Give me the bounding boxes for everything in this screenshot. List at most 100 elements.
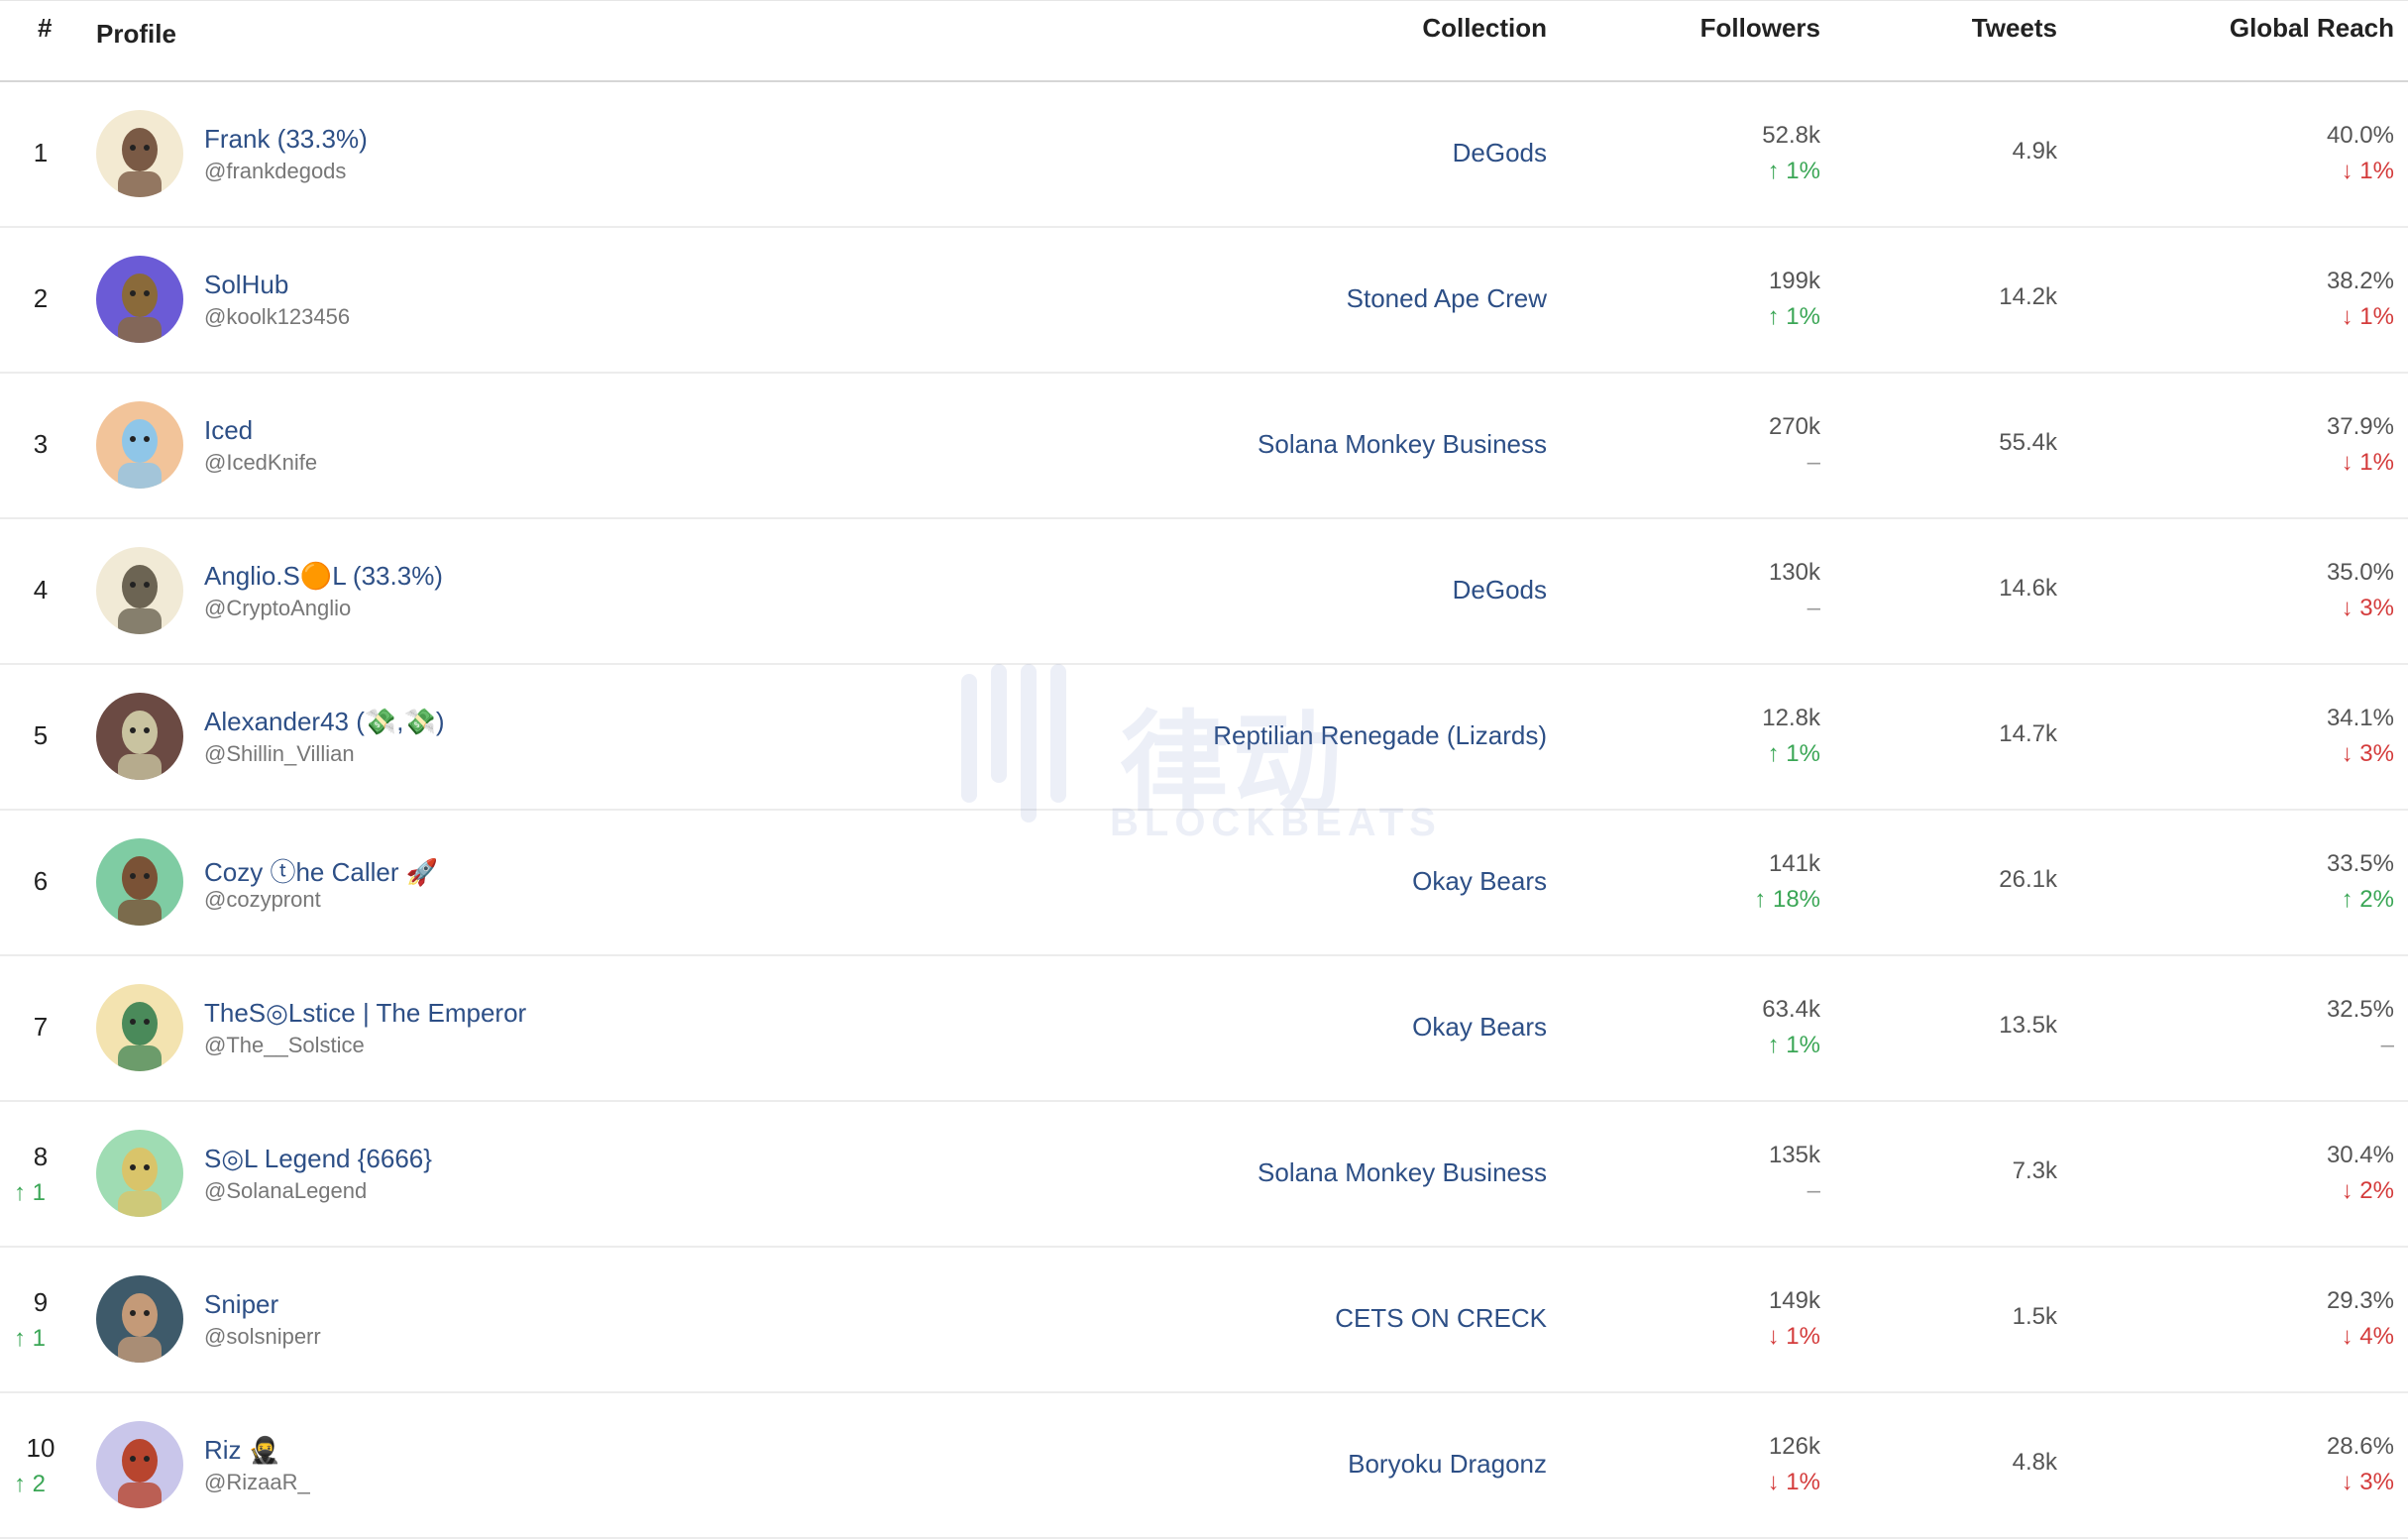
followers-cell: 141k ↑ 18%: [1754, 850, 1820, 914]
table-row[interactable]: 8 ↑ 1 S◎L Legend {6666} @SolanaLegend So…: [0, 1102, 2408, 1248]
avatar[interactable]: [96, 1275, 183, 1363]
profile-name[interactable]: Cozy ⓣhe Caller 🚀: [204, 852, 438, 889]
table-row[interactable]: 9 ↑ 1 Sniper @solsniperr CETS ON CRECK 1…: [0, 1248, 2408, 1393]
collection-link[interactable]: Reptilian Renegade (Lizards): [1213, 720, 1547, 751]
tweets-count: 13.5k: [1999, 1012, 2057, 1039]
reach-delta: ↓ 4%: [2341, 1323, 2394, 1350]
profile-name[interactable]: SolHub: [204, 270, 288, 300]
profile-name[interactable]: Riz 🥷: [204, 1435, 280, 1466]
followers-delta: ↓ 1%: [1767, 1323, 1820, 1350]
collection-link[interactable]: Okay Bears: [1412, 866, 1547, 897]
followers-cell: 135k –: [1769, 1142, 1820, 1205]
rank-cell: 2: [0, 228, 81, 372]
profile-handle: @SolanaLegend: [204, 1178, 368, 1203]
reach-value: 40.0%: [2326, 122, 2394, 149]
followers-count: 63.4k: [1762, 996, 1820, 1023]
reach-cell: 37.9% ↓ 1%: [2327, 413, 2394, 477]
table-row[interactable]: 10 ↑ 2 Riz 🥷 @RizaaR_ Boryoku Dragonz 12…: [0, 1393, 2408, 1539]
reach-delta: ↓ 1%: [2341, 449, 2394, 476]
table-row[interactable]: 7 TheS◎Lstice | The Emperor @The__Solsti…: [0, 956, 2408, 1102]
table-row[interactable]: 1 Frank (33.3%) @frankdegods DeGods 52.8…: [0, 82, 2408, 228]
tweets-count: 14.2k: [1999, 283, 2057, 310]
tweets-count: 26.1k: [1999, 866, 2057, 893]
rank-cell: 6: [0, 811, 81, 954]
rank-cell: 3: [0, 374, 81, 517]
followers-count: 130k: [1768, 559, 1820, 586]
header-collection[interactable]: Collection: [1422, 13, 1547, 44]
tweets-count: 14.6k: [1999, 575, 2057, 602]
avatar-image: [96, 110, 183, 197]
followers-delta: ↑ 1%: [1767, 303, 1820, 330]
followers-cell: 52.8k ↑ 1%: [1762, 122, 1820, 185]
profile-name[interactable]: Frank (33.3%): [204, 124, 368, 155]
reach-delta: ↓ 3%: [2341, 740, 2394, 767]
leaderboard-table: # Profile Collection Followers Tweets Gl…: [0, 0, 2408, 1539]
followers-cell: 199k ↑ 1%: [1768, 268, 1820, 331]
avatar[interactable]: [96, 256, 183, 343]
header-profile[interactable]: Profile: [96, 19, 176, 50]
reach-delta: ↑ 2%: [2341, 886, 2394, 913]
avatar-image: [96, 693, 183, 780]
avatar[interactable]: [96, 110, 183, 197]
header-tweets[interactable]: Tweets: [1972, 13, 2057, 44]
collection-link[interactable]: CETS ON CRECK: [1335, 1303, 1547, 1334]
profile-handle: @Shillin_Villian: [204, 741, 355, 766]
followers-cell: 126k ↓ 1%: [1768, 1433, 1820, 1496]
avatar[interactable]: [96, 401, 183, 489]
collection-link[interactable]: DeGods: [1453, 138, 1547, 168]
followers-delta: ↑ 1%: [1767, 1032, 1820, 1058]
avatar[interactable]: [96, 838, 183, 926]
avatar-image: [96, 1130, 183, 1217]
table-row[interactable]: 4 Anglio.S🟠L (33.3%) @CryptoAnglio DeGod…: [0, 519, 2408, 665]
table-row[interactable]: 5 Alexander43 (💸,💸) @Shillin_Villian Rep…: [0, 665, 2408, 811]
collection-link[interactable]: Solana Monkey Business: [1258, 1157, 1547, 1188]
avatar[interactable]: [96, 693, 183, 780]
tweets-count: 14.7k: [1999, 720, 2057, 747]
rank-number: 1: [33, 138, 49, 167]
avatar[interactable]: [96, 1130, 183, 1217]
reach-delta: ↓ 3%: [2341, 595, 2394, 621]
reach-cell: 30.4% ↓ 2%: [2327, 1142, 2394, 1205]
profile-handle: @solsniperr: [204, 1324, 321, 1349]
profile-handle: @The__Solstice: [204, 1033, 365, 1057]
collection-link[interactable]: Solana Monkey Business: [1258, 429, 1547, 460]
reach-value: 30.4%: [2326, 1142, 2394, 1168]
avatar[interactable]: [96, 547, 183, 634]
avatar[interactable]: [96, 1421, 183, 1508]
rank-number: 5: [33, 720, 49, 750]
profile-name[interactable]: TheS◎Lstice | The Emperor: [204, 998, 526, 1029]
table-row[interactable]: 2 SolHub @koolk123456 Stoned Ape Crew 19…: [0, 228, 2408, 374]
profile-name[interactable]: Sniper: [204, 1289, 278, 1320]
rank-cell: 1: [0, 82, 81, 226]
collection-link[interactable]: Stoned Ape Crew: [1347, 283, 1547, 314]
avatar-image: [96, 984, 183, 1071]
header-rank[interactable]: #: [38, 13, 52, 44]
collection-link[interactable]: Boryoku Dragonz: [1348, 1449, 1547, 1480]
header-global-reach[interactable]: Global Reach: [2230, 13, 2394, 44]
rank-cell: 5: [0, 665, 81, 809]
rank-number: 6: [33, 866, 49, 896]
collection-link[interactable]: Okay Bears: [1412, 1012, 1547, 1043]
reach-value: 34.1%: [2326, 705, 2394, 731]
followers-count: 135k: [1768, 1142, 1820, 1168]
reach-value: 28.6%: [2326, 1433, 2394, 1460]
profile-name[interactable]: S◎L Legend {6666}: [204, 1144, 432, 1174]
followers-delta: ↑ 1%: [1767, 740, 1820, 767]
header-followers[interactable]: Followers: [1700, 13, 1820, 44]
profile-handle: @koolk123456: [204, 304, 351, 329]
avatar-image: [96, 256, 183, 343]
reach-cell: 28.6% ↓ 3%: [2327, 1433, 2394, 1496]
followers-cell: 270k –: [1769, 413, 1820, 477]
rank-change: ↑ 1: [13, 1179, 46, 1206]
table-row[interactable]: 3 Iced @IcedKnife Solana Monkey Business…: [0, 374, 2408, 519]
followers-cell: 149k ↓ 1%: [1768, 1287, 1820, 1351]
rank-cell: 8 ↑ 1: [0, 1102, 81, 1246]
profile-name[interactable]: Anglio.S🟠L (33.3%): [204, 561, 443, 592]
profile-name[interactable]: Alexander43 (💸,💸): [204, 707, 445, 737]
collection-link[interactable]: DeGods: [1453, 575, 1547, 605]
profile-name[interactable]: Iced: [204, 415, 253, 446]
followers-delta: ↑ 1%: [1767, 158, 1820, 184]
table-row[interactable]: 6 Cozy ⓣhe Caller 🚀 @cozypront Okay Bear…: [0, 811, 2408, 956]
avatar[interactable]: [96, 984, 183, 1071]
avatar-image: [96, 1275, 183, 1363]
